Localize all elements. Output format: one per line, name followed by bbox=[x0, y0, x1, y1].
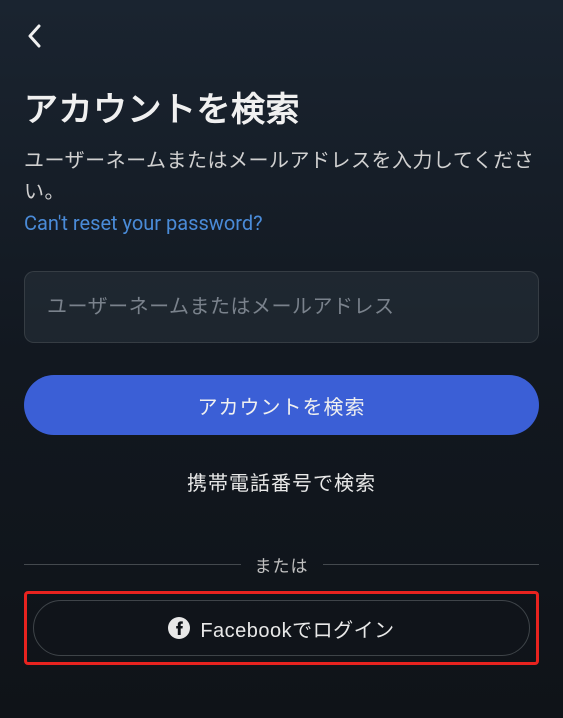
facebook-icon bbox=[168, 617, 190, 639]
facebook-login-label: Facebookでログイン bbox=[200, 614, 394, 643]
divider-label: または bbox=[241, 552, 323, 577]
password-help-link[interactable]: Can't reset your password? bbox=[24, 211, 539, 235]
facebook-highlight-box: Facebookでログイン bbox=[24, 591, 539, 665]
phone-search-link[interactable]: 携帯電話番号で検索 bbox=[24, 467, 539, 496]
divider-line-right bbox=[323, 564, 540, 565]
page-subtitle: ユーザーネームまたはメールアドレスを入力してください。 bbox=[24, 145, 539, 207]
chevron-left-icon bbox=[27, 24, 41, 48]
page-title: アカウントを検索 bbox=[24, 82, 539, 131]
username-email-input[interactable] bbox=[24, 271, 539, 343]
divider: または bbox=[24, 552, 539, 577]
search-account-button[interactable]: アカウントを検索 bbox=[24, 375, 539, 435]
divider-line-left bbox=[24, 564, 241, 565]
facebook-login-button[interactable]: Facebookでログイン bbox=[33, 600, 530, 656]
back-button[interactable] bbox=[18, 20, 50, 52]
